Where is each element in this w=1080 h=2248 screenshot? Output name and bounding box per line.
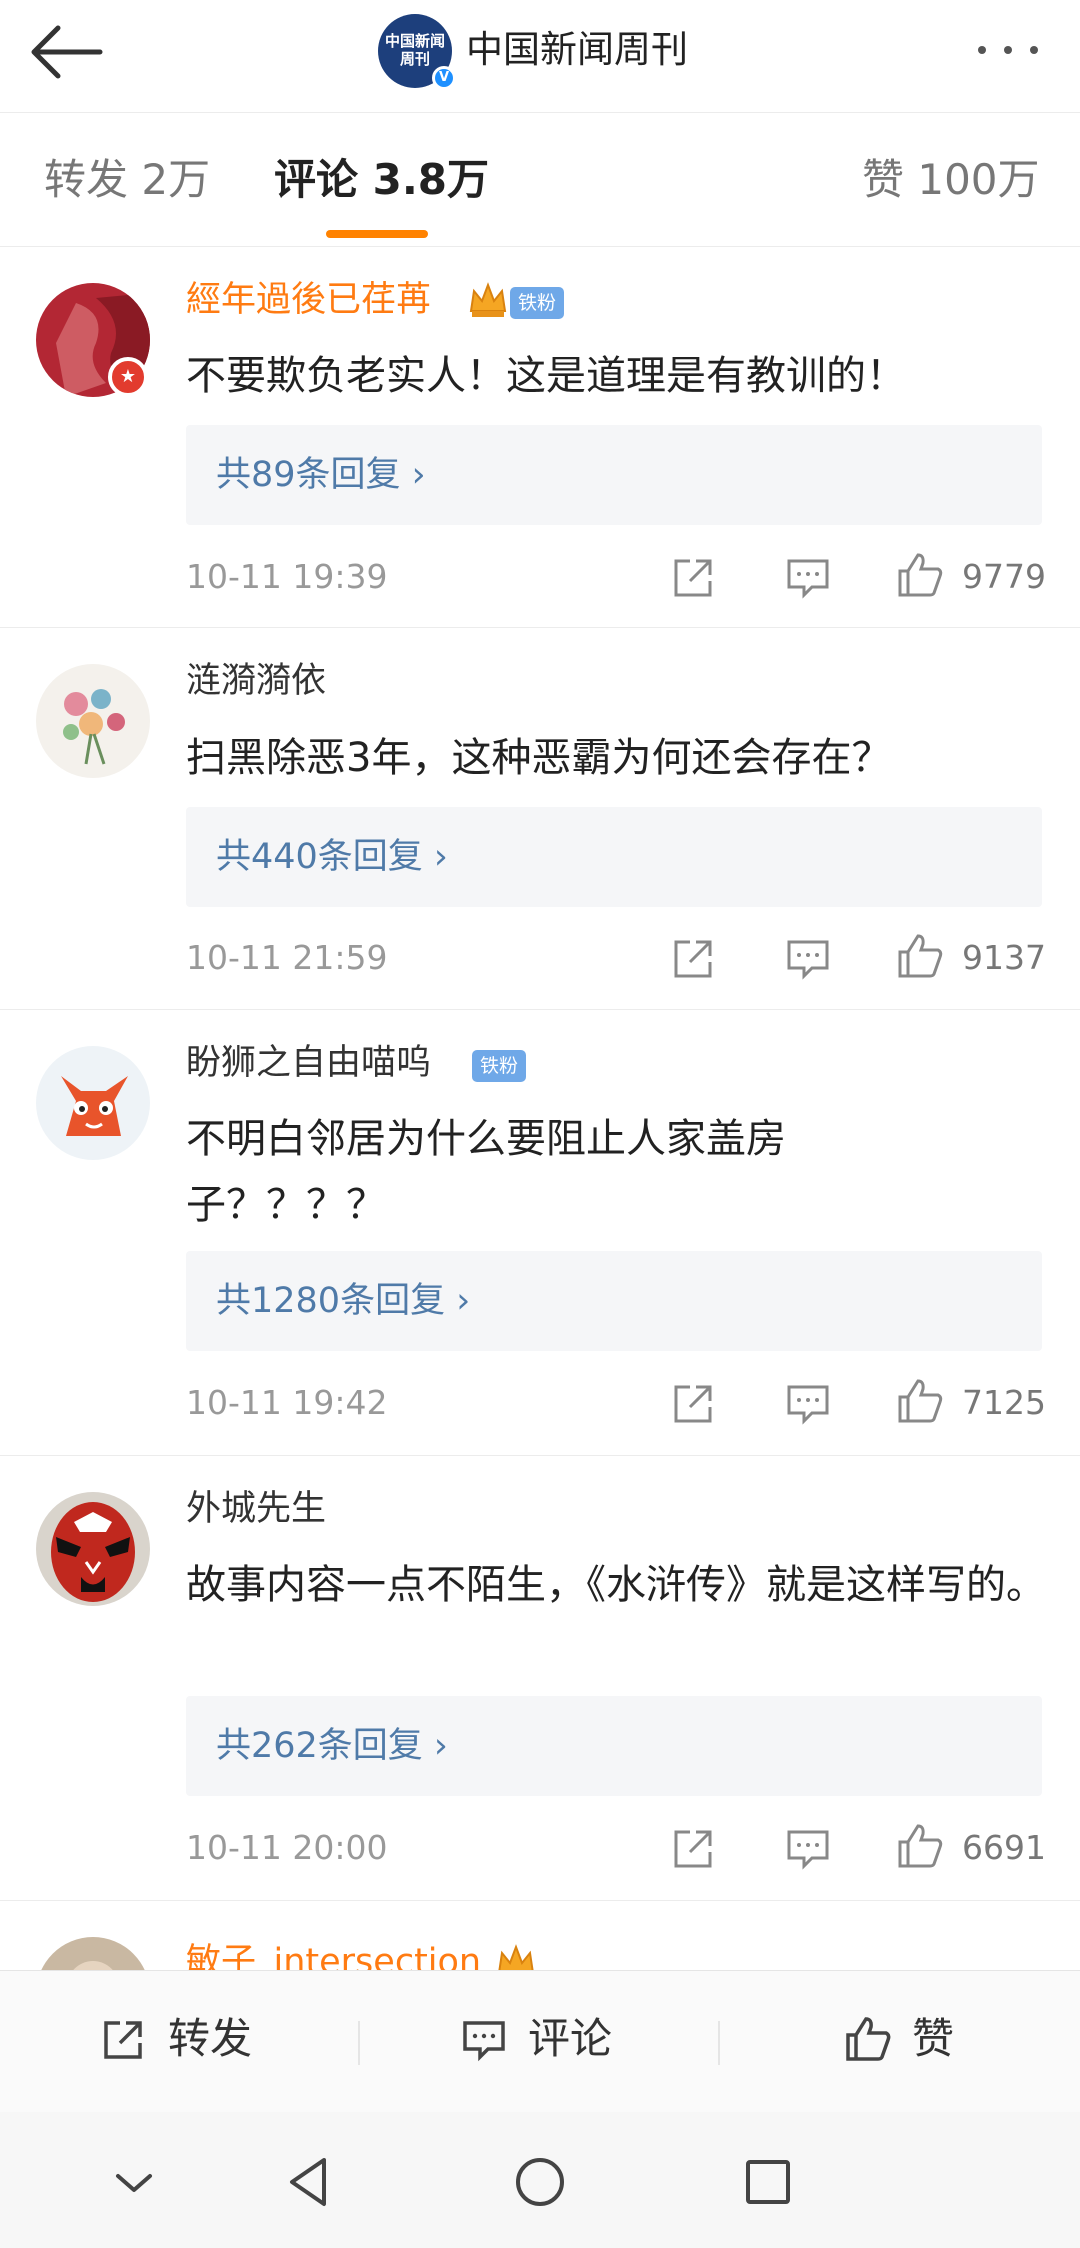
comment-icon[interactable] — [784, 934, 832, 982]
account-name[interactable]: 中国新闻周刊 — [466, 22, 688, 78]
comment-icon[interactable] — [784, 1379, 832, 1427]
username[interactable]: 敏子_intersection — [186, 1937, 481, 1970]
comment-icon[interactable] — [784, 553, 832, 601]
user-badge-icon: ★ — [108, 357, 148, 397]
replies-label: 共262条回复 › — [216, 1726, 448, 1766]
comment-item: 外城先生 故事内容一点不陌生，《水浒传》就是这样写的。 共262条回复 › 10… — [0, 1456, 1080, 1901]
replies-label: 共89条回复 › — [216, 455, 426, 495]
username[interactable]: 外城先生 — [186, 1484, 326, 1534]
like-icon[interactable] — [896, 1822, 944, 1870]
comment-text: 不要欺负老实人！这是道理是有教训的！ — [186, 353, 906, 399]
divider — [718, 2021, 720, 2065]
username[interactable]: 經年過後已荏苒 — [186, 275, 431, 325]
like-button[interactable]: 赞 — [844, 1999, 994, 2079]
divider — [358, 2021, 360, 2065]
comment-icon[interactable] — [784, 1824, 832, 1872]
comment-item: 涟漪漪依 扫黑除恶3年，这种恶霸为何还会存在？ 共440条回复 › 10-11 … — [0, 628, 1080, 1010]
share-icon[interactable] — [670, 1379, 718, 1427]
username[interactable]: 涟漪漪依 — [186, 656, 326, 706]
like-icon[interactable] — [896, 932, 944, 980]
like-icon[interactable] — [896, 1377, 944, 1425]
nav-recent-icon[interactable] — [738, 2152, 798, 2212]
like-icon — [846, 2017, 891, 2061]
comment-icon — [463, 2021, 505, 2062]
back-arrow-icon[interactable] — [28, 22, 104, 82]
avatar[interactable] — [36, 1046, 150, 1160]
replies-link[interactable]: 共440条回复 › — [186, 807, 1042, 907]
like-count: 9137 — [962, 938, 1046, 977]
comment-time: 10-11 20:00 — [186, 1828, 388, 1867]
comment-text: 故事内容一点不陌生，《水浒传》就是这样写的。 — [186, 1562, 1046, 1608]
crown-icon — [498, 1944, 534, 1970]
share-icon — [104, 2021, 142, 2059]
avatar[interactable] — [36, 664, 150, 778]
more-icon[interactable] — [970, 34, 1050, 64]
replies-link[interactable]: 共89条回复 › — [186, 425, 1042, 525]
like-count: 9779 — [962, 557, 1046, 596]
comment-time: 10-11 19:39 — [186, 557, 388, 596]
fan-badge: 铁粉 — [472, 1050, 527, 1082]
active-tab-indicator — [326, 230, 428, 238]
avatar[interactable] — [36, 1492, 150, 1606]
comment-text: 不明白邻居为什么要阻止人家盖房 子？？？？ — [186, 1116, 786, 1228]
fan-badge: 铁粉 — [510, 287, 565, 319]
comment-time: 10-11 21:59 — [186, 938, 388, 977]
account-logo[interactable]: 中国新闻周刊 V — [378, 14, 456, 90]
comment-item: 敏子_intersection — [0, 1901, 1080, 1970]
comment-item: 盼狮之自由喵呜 铁粉 不明白邻居为什么要阻止人家盖房 子？？？？ 共1280条回… — [0, 1010, 1080, 1456]
comment-item: ★ 經年過後已荏苒 铁粉 不要欺负老实人！这是道理是有教训的！ 共89条回复 ›… — [0, 247, 1080, 628]
like-count: 7125 — [962, 1383, 1046, 1422]
comment-time: 10-11 19:42 — [186, 1383, 388, 1422]
like-count: 6691 — [962, 1828, 1046, 1867]
like-icon[interactable] — [896, 551, 944, 599]
username[interactable]: 盼狮之自由喵呜 — [186, 1038, 431, 1088]
repost-button[interactable]: 转发 — [100, 1999, 300, 2079]
replies-link[interactable]: 共262条回复 › — [186, 1696, 1042, 1796]
share-icon[interactable] — [670, 1824, 718, 1872]
comment-label: 评论 — [528, 2014, 613, 2063]
top-header: 中国新闻周刊 V 中国新闻周刊 — [0, 0, 1080, 113]
nav-home-icon[interactable] — [510, 2152, 570, 2212]
nav-collapse-icon[interactable] — [104, 2152, 164, 2212]
comment-text: 扫黑除恶3年，这种恶霸为何还会存在？ — [186, 735, 892, 781]
tab-likes[interactable]: 赞 100万 — [862, 150, 1040, 210]
repost-label: 转发 — [168, 2014, 253, 2063]
logo-text: 中国新闻周刊 — [384, 32, 445, 68]
like-label: 赞 — [912, 2014, 955, 2063]
system-nav-bar — [0, 2112, 1080, 2248]
replies-link[interactable]: 共1280条回复 › — [186, 1251, 1042, 1351]
share-icon[interactable] — [670, 934, 718, 982]
avatar[interactable] — [36, 1937, 150, 1970]
verified-icon: V — [432, 66, 456, 90]
tab-bar: 转发 2万 评论 3.8万 赞 100万 — [0, 112, 1080, 247]
replies-label: 共1280条回复 › — [216, 1281, 471, 1321]
nav-back-icon[interactable] — [280, 2152, 340, 2212]
replies-label: 共440条回复 › — [216, 837, 448, 877]
share-icon[interactable] — [670, 553, 718, 601]
tab-reposts[interactable]: 转发 2万 — [44, 150, 210, 210]
bottom-action-bar: 转发 评论 赞 — [0, 1970, 1080, 2113]
comment-button[interactable]: 评论 — [460, 1999, 660, 2079]
tab-comments[interactable]: 评论 3.8万 — [274, 150, 489, 210]
crown-icon — [469, 282, 507, 317]
